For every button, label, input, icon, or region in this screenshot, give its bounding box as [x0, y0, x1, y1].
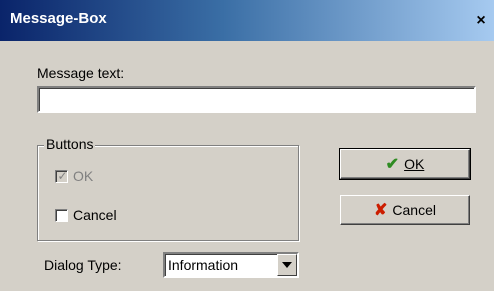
- ok-button[interactable]: ✔ OK: [339, 148, 471, 180]
- cancel-checkbox[interactable]: [55, 209, 68, 222]
- dialog-type-value: Information: [168, 257, 239, 273]
- dropdown-button[interactable]: [277, 254, 297, 276]
- title-bar[interactable]: Message-Box ×: [0, 0, 494, 41]
- ok-checkbox[interactable]: ✓: [55, 169, 68, 183]
- buttons-group-legend: Buttons: [44, 136, 96, 152]
- x-icon: ✘: [374, 202, 388, 219]
- ok-checkbox-label: OK: [73, 168, 94, 184]
- cancel-button-label: Cancel: [392, 202, 436, 218]
- checkmark-icon: ✓: [57, 169, 68, 183]
- message-text-label: Message text:: [37, 65, 125, 81]
- close-button[interactable]: ×: [472, 12, 490, 30]
- buttons-groupbox: [37, 145, 299, 241]
- dialog-type-select[interactable]: Information: [163, 252, 299, 278]
- window-title: Message-Box: [10, 10, 107, 27]
- cancel-checkbox-label: Cancel: [73, 207, 117, 223]
- check-icon: ✔: [385, 156, 400, 173]
- message-text-input[interactable]: [37, 86, 476, 113]
- ok-button-label: OK: [404, 156, 425, 172]
- cancel-button[interactable]: ✘ Cancel: [340, 195, 470, 225]
- dialog-type-label: Dialog Type:: [44, 257, 122, 273]
- message-box-window: Message-Box × Message text: Buttons ✓ OK…: [0, 0, 494, 291]
- chevron-down-icon: [282, 262, 292, 268]
